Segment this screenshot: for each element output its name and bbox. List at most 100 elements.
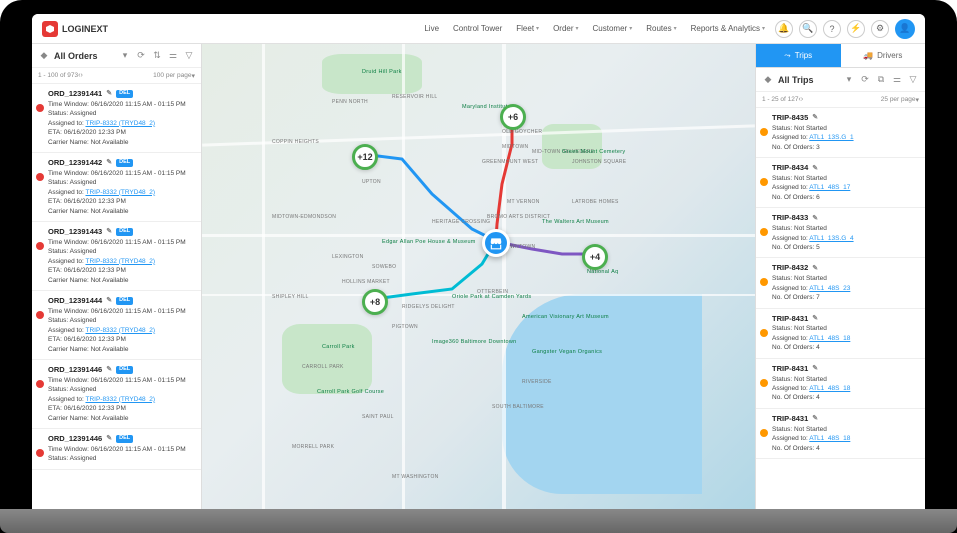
order-card[interactable]: ORD_12391442 ✎ DEL Time Window: 06/16/20…: [32, 153, 201, 222]
adjust-icon[interactable]: ⚌: [167, 50, 179, 62]
trip-card[interactable]: TRIP-8432 ✎ Status: Not Started Assigned…: [756, 258, 925, 308]
edit-icon[interactable]: ✎: [812, 113, 818, 123]
right-panel-tabs: ⤳Trips 🚚Drivers: [756, 44, 925, 68]
nav-routes[interactable]: Routes▾: [646, 24, 676, 33]
edit-icon[interactable]: ✎: [812, 214, 818, 224]
nav-fleet[interactable]: Fleet▾: [516, 24, 539, 33]
search-icon[interactable]: 🔍: [799, 20, 817, 38]
sort-icon[interactable]: ⇅: [151, 50, 163, 62]
edit-icon[interactable]: ✎: [812, 364, 818, 374]
pagination-range: 1 - 100 of 973: [38, 72, 78, 79]
vehicle-link[interactable]: ATL1_48S_18: [809, 335, 850, 342]
edit-icon[interactable]: ✎: [106, 158, 112, 168]
order-id: ORD_12391444: [48, 296, 102, 307]
trip-card[interactable]: TRIP-8433 ✎ Status: Not Started Assigned…: [756, 208, 925, 258]
trip-card[interactable]: TRIP-8431 ✎ Status: Not Started Assigned…: [756, 359, 925, 409]
user-avatar[interactable]: 👤: [895, 19, 915, 39]
chevron-down-icon[interactable]: ▾: [843, 74, 855, 86]
nav-control-tower[interactable]: Control Tower: [453, 24, 502, 33]
map-district-label: PENN NORTH: [332, 99, 368, 105]
map-poi-label: Gangster Vegan Organics: [532, 349, 602, 355]
cluster-marker[interactable]: +4: [582, 244, 608, 270]
chevron-down-icon[interactable]: ▾: [915, 96, 919, 104]
order-card[interactable]: ORD_12391446 ✎ DEL Time Window: 06/16/20…: [32, 360, 201, 429]
trip-link[interactable]: TRIP-8332 (TRYD48_2): [85, 258, 155, 265]
vehicle-link[interactable]: ATL1_48S_23: [809, 285, 850, 292]
next-page-icon[interactable]: ›: [80, 72, 82, 79]
adjust-icon[interactable]: ⚌: [891, 74, 903, 86]
edit-icon[interactable]: ✎: [812, 314, 818, 324]
time-window: Time Window: 06/16/2020 11:15 AM - 01:15…: [48, 169, 195, 178]
cluster-marker[interactable]: +6: [500, 104, 526, 130]
trip-link[interactable]: TRIP-8332 (TRYD48_2): [85, 396, 155, 403]
orders-row: No. Of Orders: 4: [772, 393, 919, 402]
edit-icon[interactable]: ✎: [812, 164, 818, 174]
laptop-frame: LOGINEXT Live Control Tower Fleet▾ Order…: [0, 0, 957, 533]
trip-link[interactable]: TRIP-8332 (TRYD48_2): [85, 327, 155, 334]
map-poi-label: Carroll Park Golf Course: [317, 389, 384, 395]
orders-row: No. Of Orders: 4: [772, 343, 919, 352]
bolt-icon[interactable]: ⚡: [847, 20, 865, 38]
filter-icon[interactable]: ▽: [183, 50, 195, 62]
tab-drivers[interactable]: 🚚Drivers: [841, 44, 926, 67]
edit-icon[interactable]: ✎: [106, 365, 112, 375]
vehicle-link[interactable]: ATL1_13S.G_4: [809, 235, 853, 242]
chevron-down-icon[interactable]: ▾: [191, 72, 195, 80]
carrier-row: Carrier Name: Not Available: [48, 414, 195, 423]
orders-panel: ◆ All Orders ▾ ⟳ ⇅ ⚌ ▽ 1 - 100 of 973 ‹ …: [32, 44, 202, 533]
del-badge: DEL: [116, 435, 133, 443]
trip-link[interactable]: TRIP-8332 (TRYD48_2): [85, 120, 155, 127]
map-district-label: MT VERNON: [507, 199, 540, 205]
tab-trips[interactable]: ⤳Trips: [756, 44, 841, 67]
next-page-icon[interactable]: ›: [801, 96, 803, 103]
trip-card[interactable]: TRIP-8431 ✎ Status: Not Started Assigned…: [756, 409, 925, 459]
edit-icon[interactable]: ✎: [106, 296, 112, 306]
gear-icon[interactable]: ⚙: [871, 20, 889, 38]
vehicle-link[interactable]: ATL1_13S.G_1: [809, 134, 853, 141]
carrier-row: Carrier Name: Not Available: [48, 138, 195, 147]
refresh-icon[interactable]: ⟳: [859, 74, 871, 86]
map-district-label: LATROBE HOMES: [572, 199, 619, 205]
trip-card[interactable]: TRIP-8435 ✎ Status: Not Started Assigned…: [756, 108, 925, 158]
nav-customer[interactable]: Customer▾: [593, 24, 633, 33]
edit-icon[interactable]: ✎: [812, 414, 818, 424]
status-dot: [760, 329, 768, 337]
edit-icon[interactable]: ✎: [812, 264, 818, 274]
map-district-label: JOHNSTON SQUARE: [572, 159, 626, 165]
map-poi-label: American Visionary Art Museum: [522, 314, 609, 320]
help-icon[interactable]: ?: [823, 20, 841, 38]
order-card[interactable]: ORD_12391446 ✎ DEL Time Window: 06/16/20…: [32, 429, 201, 470]
order-card[interactable]: ORD_12391444 ✎ DEL Time Window: 06/16/20…: [32, 291, 201, 360]
map-view[interactable]: RESERVOIR HILLPENN NORTHCOPPIN HEIGHTSUP…: [202, 44, 755, 533]
refresh-icon[interactable]: ⟳: [135, 50, 147, 62]
order-card[interactable]: ORD_12391443 ✎ DEL Time Window: 06/16/20…: [32, 222, 201, 291]
trip-card[interactable]: TRIP-8431 ✎ Status: Not Started Assigned…: [756, 309, 925, 359]
filter-icon[interactable]: ▽: [907, 74, 919, 86]
trip-card[interactable]: TRIP-8434 ✎ Status: Not Started Assigned…: [756, 158, 925, 208]
brand-logo[interactable]: LOGINEXT: [42, 21, 108, 37]
orders-row: No. Of Orders: 6: [772, 193, 919, 202]
edit-icon[interactable]: ✎: [106, 89, 112, 99]
cluster-marker[interactable]: +12: [352, 144, 378, 170]
trip-link[interactable]: TRIP-8332 (TRYD48_2): [85, 189, 155, 196]
assigned-row: Assigned to: TRIP-8332 (TRYD48_2): [48, 257, 195, 266]
chevron-down-icon[interactable]: ▾: [119, 50, 131, 62]
map-poi-label: Edgar Allan Poe House & Museum: [382, 239, 476, 245]
vehicle-link[interactable]: ATL1_48S_18: [809, 385, 850, 392]
nav-reports[interactable]: Reports & Analytics▾: [691, 24, 765, 33]
vehicle-link[interactable]: ATL1_48S_17: [809, 184, 850, 191]
order-card[interactable]: ORD_12391441 ✎ DEL Time Window: 06/16/20…: [32, 84, 201, 153]
nav-order[interactable]: Order▾: [553, 24, 578, 33]
hub-marker[interactable]: [482, 229, 510, 257]
edit-icon[interactable]: ✎: [106, 227, 112, 237]
orders-list[interactable]: ORD_12391441 ✎ DEL Time Window: 06/16/20…: [32, 84, 201, 533]
cluster-marker[interactable]: +8: [362, 289, 388, 315]
bell-icon[interactable]: 🔔: [775, 20, 793, 38]
edit-icon[interactable]: ✎: [106, 434, 112, 444]
per-page-label: 25 per page: [881, 96, 916, 103]
chevron-down-icon: ▾: [576, 25, 579, 32]
nav-live[interactable]: Live: [424, 24, 439, 33]
vehicle-link[interactable]: ATL1_48S_18: [809, 435, 850, 442]
copy-icon[interactable]: ⧉: [875, 74, 887, 86]
trips-list[interactable]: TRIP-8435 ✎ Status: Not Started Assigned…: [756, 108, 925, 533]
